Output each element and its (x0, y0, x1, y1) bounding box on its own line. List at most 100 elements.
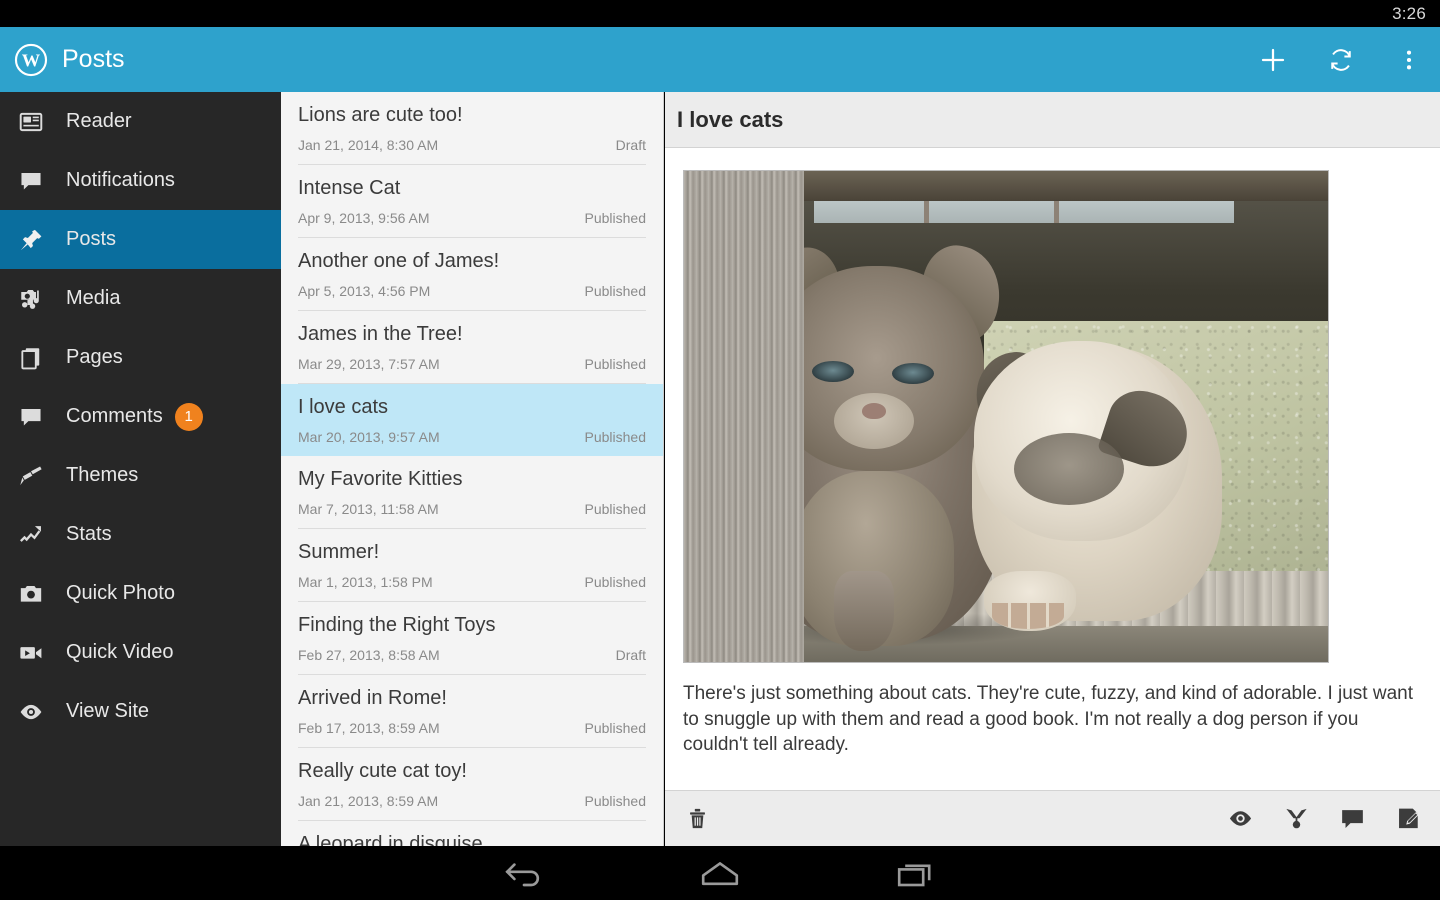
post-title: Finding the Right Toys (298, 614, 496, 636)
post-list-item[interactable]: My Favorite Kitties Mar 7, 2013, 11:58 A… (281, 456, 663, 529)
photo-kitten-tabby-muzzle (834, 393, 914, 449)
sidebar-item-quick-photo[interactable]: Quick Photo (0, 564, 281, 623)
post-detail-title: I love cats (677, 106, 784, 132)
post-meta: Mar 1, 2013, 1:58 PM Published (298, 574, 646, 590)
view-post-button[interactable] (1225, 804, 1255, 834)
edit-post-button[interactable] (1393, 804, 1423, 834)
post-content-text: There's just something about cats. They'… (683, 683, 1413, 756)
sidebar-item-view-site[interactable]: View Site (0, 682, 281, 741)
post-list-item[interactable]: Lions are cute too! Jan 21, 2014, 8:30 A… (281, 92, 663, 165)
svg-text:W: W (22, 50, 41, 70)
navigation-sidebar: Reader Notifications Posts Media Pages C… (0, 92, 281, 846)
post-title: Lions are cute too! (298, 104, 463, 126)
post-list-item[interactable]: Really cute cat toy! Jan 21, 2013, 8:59 … (281, 748, 663, 821)
refresh-button[interactable] (1324, 43, 1358, 77)
post-date: Apr 5, 2013, 4:56 PM (298, 283, 431, 299)
post-date: Mar 20, 2013, 9:57 AM (298, 429, 440, 445)
post-list-item[interactable]: James in the Tree! Mar 29, 2013, 7:57 AM… (281, 311, 663, 384)
sidebar-item-quick-video[interactable]: Quick Video (0, 623, 281, 682)
android-navigation-bar (0, 846, 1440, 900)
post-detail-toolbar-actions (1225, 804, 1423, 834)
post-featured-image (683, 170, 1329, 663)
pages-icon (14, 341, 48, 375)
post-status: Published (584, 574, 647, 590)
post-date: Mar 29, 2013, 7:57 AM (298, 356, 440, 372)
post-list-item[interactable]: Finding the Right Toys Feb 27, 2013, 8:5… (281, 602, 663, 675)
photo-kitten-cream-face (1014, 433, 1124, 505)
sidebar-item-label: Posts (66, 228, 117, 250)
sidebar-item-media[interactable]: Media (0, 269, 281, 328)
post-detail-toolbar (665, 790, 1440, 846)
comments-button[interactable] (1337, 804, 1367, 834)
android-home-button[interactable] (692, 853, 748, 893)
post-list-item[interactable]: Intense Cat Apr 9, 2013, 9:56 AM Publish… (281, 165, 663, 238)
post-title: Intense Cat (298, 177, 401, 199)
post-list-item-selected[interactable]: I love cats Mar 20, 2013, 9:57 AM Publis… (281, 384, 663, 456)
post-status: Published (584, 501, 647, 517)
video-icon (14, 636, 48, 670)
post-list-item[interactable]: A leopard in disguise (281, 821, 663, 847)
app-action-bar: W Posts (0, 27, 1440, 92)
post-meta: Feb 17, 2013, 8:59 AM Published (298, 720, 646, 736)
camera-icon (14, 577, 48, 611)
post-list[interactable]: Lions are cute too! Jan 21, 2014, 8:30 A… (281, 92, 664, 846)
post-status: Draft (615, 647, 646, 663)
post-date: Jan 21, 2014, 8:30 AM (298, 137, 439, 153)
post-date: Mar 7, 2013, 11:58 AM (298, 501, 439, 517)
android-status-bar: 3:26 (0, 0, 1440, 27)
post-title: Summer! (298, 541, 380, 563)
post-status: Published (584, 429, 647, 445)
notifications-icon (14, 164, 48, 198)
sidebar-item-label: Quick Photo (66, 582, 175, 604)
action-bar-brand[interactable]: W Posts (0, 43, 125, 77)
sidebar-item-comments[interactable]: Comments 1 (0, 387, 281, 446)
status-bar-clock: 3:26 (1392, 3, 1426, 23)
photo-kitten-tabby-leg (834, 571, 894, 651)
action-bar-actions (1256, 43, 1440, 77)
sidebar-item-label: Comments (66, 405, 163, 427)
delete-post-button[interactable] (682, 804, 712, 834)
photo-wood-post (684, 171, 804, 662)
sidebar-item-label: Pages (66, 346, 123, 368)
android-back-button[interactable] (496, 853, 552, 893)
post-meta: Feb 27, 2013, 8:58 AM Draft (298, 647, 646, 663)
sidebar-item-label: View Site (66, 700, 150, 722)
sidebar-item-stats[interactable]: Stats (0, 505, 281, 564)
post-list-item[interactable]: Another one of James! Apr 5, 2013, 4:56 … (281, 238, 663, 311)
sidebar-item-label: Quick Video (66, 641, 174, 663)
post-title: I love cats (298, 396, 389, 418)
post-meta: Mar 7, 2013, 11:58 AM Published (298, 501, 646, 517)
post-status: Published (584, 283, 647, 299)
post-meta: Apr 9, 2013, 9:56 AM Published (298, 210, 646, 226)
add-post-button[interactable] (1256, 43, 1290, 77)
post-date: Feb 17, 2013, 8:59 AM (298, 720, 440, 736)
post-title: My Favorite Kitties (298, 468, 463, 490)
sidebar-item-pages[interactable]: Pages (0, 328, 281, 387)
photo-kitten-cream-toes (992, 603, 1064, 629)
post-meta: Jan 21, 2013, 8:59 AM Published (298, 793, 646, 809)
post-status: Published (584, 720, 647, 736)
comments-badge: 1 (174, 402, 203, 431)
photo-kitten-tabby-nose (862, 403, 886, 419)
post-status: Published (584, 356, 647, 372)
post-list-item[interactable]: Summer! Mar 1, 2013, 1:58 PM Published (281, 529, 663, 602)
sidebar-item-reader[interactable]: Reader (0, 92, 281, 151)
post-list-item[interactable]: Arrived in Rome! Feb 17, 2013, 8:59 AM P… (281, 675, 663, 748)
sidebar-item-notifications[interactable]: Notifications (0, 151, 281, 210)
media-icon (14, 282, 48, 316)
post-status: Draft (615, 137, 646, 153)
post-meta: Mar 29, 2013, 7:57 AM Published (298, 356, 646, 372)
share-post-button[interactable] (1281, 804, 1311, 834)
sidebar-item-posts[interactable]: Posts (0, 210, 281, 269)
comment-icon (14, 400, 48, 434)
sidebar-item-label: Media (66, 287, 121, 309)
post-meta: Apr 5, 2013, 4:56 PM Published (298, 283, 646, 299)
overflow-menu-button[interactable] (1392, 43, 1426, 77)
android-recents-button[interactable] (888, 853, 944, 893)
post-title: Really cute cat toy! (298, 760, 467, 782)
post-date: Mar 1, 2013, 1:58 PM (298, 574, 433, 590)
eye-icon (14, 695, 48, 729)
post-date: Apr 9, 2013, 9:56 AM (298, 210, 430, 226)
pin-icon (14, 223, 48, 257)
sidebar-item-themes[interactable]: Themes (0, 446, 281, 505)
